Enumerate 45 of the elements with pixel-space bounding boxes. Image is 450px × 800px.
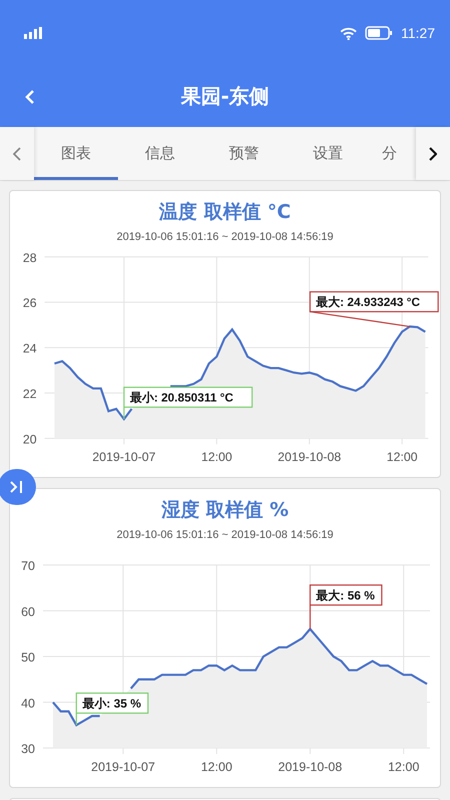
tab[interactable]: 信息 (118, 130, 202, 180)
axis-label: 30 (21, 742, 35, 756)
annotation: 最小: 20.850311 °C (128, 390, 234, 405)
annotation: 最大: 56 % (315, 588, 376, 603)
chevron-left-icon[interactable] (13, 146, 21, 160)
tab[interactable]: 设置 (286, 130, 370, 180)
tab[interactable]: 分 (370, 130, 397, 180)
axis-label: 2019-10-08 (278, 450, 342, 464)
axis-label: 2019-10-08 (278, 760, 342, 774)
tab[interactable]: 图表 (34, 130, 118, 180)
axis-label: 70 (21, 559, 35, 573)
axis-label: 12:00 (388, 760, 420, 774)
axis-label: 24 (22, 342, 37, 356)
chart-subtitle: 2019-10-06 15:01:16 ~ 2019-10-08 14:56:19 (116, 231, 334, 243)
signal-icon (24, 27, 44, 39)
axis-label: 28 (22, 250, 37, 265)
annotation: 最小: 35 % (81, 696, 142, 711)
back-icon[interactable] (25, 89, 35, 105)
chart-subtitle: 2019-10-06 15:01:16 ~ 2019-10-08 14:56:19 (116, 529, 334, 541)
battery-icon (365, 26, 393, 40)
axis-label: 22 (22, 386, 37, 401)
axis-label: 40 (21, 696, 35, 710)
wifi-icon (340, 26, 357, 40)
axis-label: 12:00 (386, 450, 418, 464)
tab[interactable]: 预警 (202, 130, 286, 180)
axis-label: 26 (22, 296, 37, 310)
marker-label: 最大: 56 % (310, 584, 382, 630)
axis-label: 2019-10-07 (91, 760, 156, 774)
chart-title: 温度 取样值 °C (159, 200, 291, 225)
annotation: 最大: 24.933243 °C (315, 295, 420, 310)
chart-title: 湿度 取样值 % (161, 498, 289, 523)
status-time: 11:27 (401, 25, 435, 41)
axis-label: 12:00 (201, 450, 232, 464)
axis-label: 2019-10-07 (92, 450, 156, 464)
chevron-right-icon[interactable] (429, 146, 437, 160)
axis-label: 20 (22, 432, 37, 446)
marker-label: 最大: 24.933243 °C (309, 291, 439, 328)
page-title: 果园-东侧 (180, 83, 270, 110)
axis-label: 50 (21, 650, 35, 664)
axis-label: 12:00 (200, 760, 232, 774)
axis-label: 60 (21, 604, 35, 619)
skip-icon (9, 480, 25, 494)
marker-label: 最小: 20.850311 °C (123, 386, 253, 420)
collapse-button[interactable] (0, 469, 36, 505)
marker-label: 最小: 35 % (76, 692, 149, 726)
